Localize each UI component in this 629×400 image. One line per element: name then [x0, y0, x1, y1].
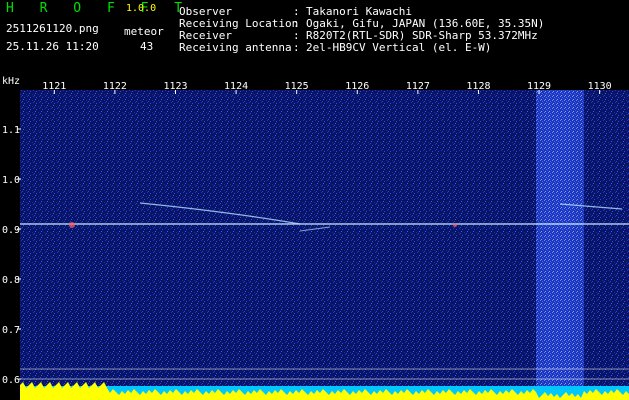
timestamp: 25.11.26 11:20	[6, 40, 99, 53]
interference-band-center	[546, 90, 574, 400]
meteor-label: meteor	[124, 25, 164, 38]
y-tick-label: 0.9	[2, 225, 20, 236]
y-tick-labels: 1.1 1.0 0.9 0.8 0.7 0.6	[2, 125, 21, 386]
meteor-echo-2	[453, 223, 457, 227]
app-version: 1.0.0	[126, 3, 157, 14]
y-axis-unit: kHz	[2, 76, 20, 87]
file-name: 2511261120.png	[6, 22, 99, 35]
y-tick-label: 0.7	[2, 325, 20, 336]
y-tick-label: 1.0	[2, 175, 20, 186]
meteor-count: 43	[140, 40, 154, 53]
spectrogram: kHz 1121 1122 1123 1124 1125 1126 1127 1128 1129…	[2, 76, 629, 400]
meteor-echo-1	[69, 222, 75, 228]
antenna-value: 2el-HB9CV Vertical (el. E-W)	[306, 41, 492, 54]
antenna-sep: :	[293, 41, 300, 54]
y-tick-label: 1.1	[2, 125, 20, 136]
y-tick-label: 0.6	[2, 375, 20, 386]
antenna-key: Receiving antenna	[179, 41, 292, 54]
y-tick-label: 0.8	[2, 275, 20, 286]
app-title: H R O F F T	[6, 1, 192, 16]
